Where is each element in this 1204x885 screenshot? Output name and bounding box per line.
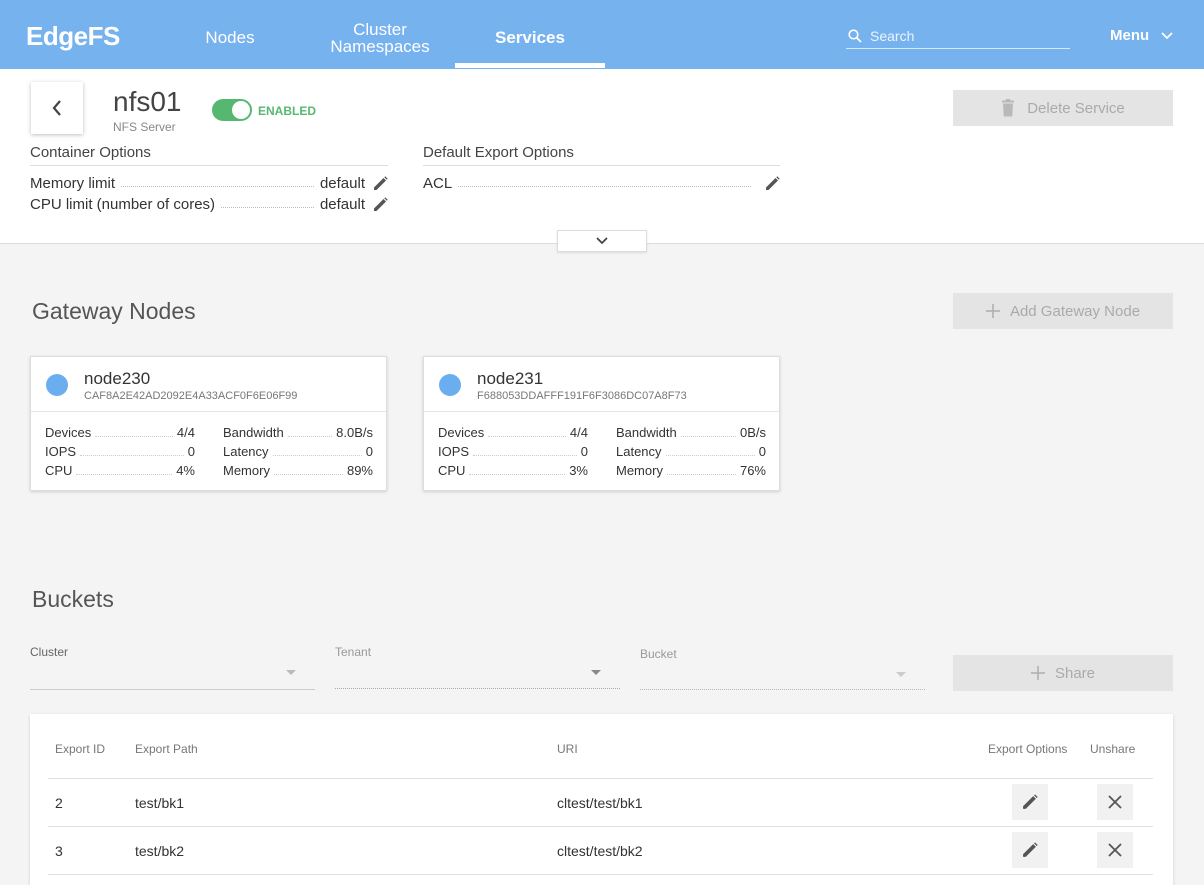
export-path-cell: test/bk2 <box>135 843 185 859</box>
enabled-toggle[interactable] <box>212 99 252 121</box>
export-path-cell: test/bk1 <box>135 795 185 811</box>
stat-bandwidth: Bandwidth 8.0B/s <box>223 425 373 440</box>
column-header-unshare: Unshare <box>1090 742 1136 756</box>
uri-cell: cltest/test/bk1 <box>557 795 643 811</box>
menu-button[interactable]: Menu <box>1110 27 1173 44</box>
export-options-title: Default Export Options <box>423 144 780 166</box>
plus-icon <box>1030 666 1045 680</box>
search-box <box>846 26 1070 49</box>
close-icon <box>1108 843 1122 857</box>
add-gateway-node-button[interactable]: Add Gateway Node <box>953 293 1173 329</box>
export-id-cell: 2 <box>55 795 63 811</box>
node-id: CAF8A2E42AD2092E4A33ACF0F6E06F99 <box>84 390 298 402</box>
bucket-filter-label: Bucket <box>640 647 677 661</box>
node-status-dot <box>46 374 68 396</box>
stat-memory: Memory 89% <box>223 463 373 478</box>
acl-label: ACL <box>423 175 453 192</box>
enabled-status-label: ENABLED <box>258 104 317 118</box>
edit-cpu-limit-button[interactable] <box>373 197 388 212</box>
column-header-export-path[interactable]: Export Path <box>135 742 198 756</box>
column-header-uri[interactable]: URI <box>557 742 578 756</box>
stat-cpu: CPU 4% <box>45 463 195 478</box>
tab-cluster-namespaces[interactable]: Cluster Namespaces <box>320 21 440 55</box>
cpu-limit-value: default <box>319 196 365 213</box>
share-button[interactable]: Share <box>953 655 1173 691</box>
edit-acl-button[interactable] <box>765 176 780 191</box>
exports-table: Export ID Export Path URI Export Options… <box>30 714 1173 885</box>
tenant-select[interactable] <box>335 660 620 690</box>
column-header-export-id[interactable]: Export ID <box>55 742 105 756</box>
chevron-down-icon <box>1161 31 1173 39</box>
memory-limit-label: Memory limit <box>30 175 115 192</box>
stat-bandwidth: Bandwidth 0B/s <box>616 425 766 440</box>
pencil-icon <box>1023 794 1038 809</box>
acl-row: ACL <box>423 175 780 192</box>
tab-services[interactable]: Services <box>455 29 605 46</box>
node-status-dot <box>439 374 461 396</box>
buckets-title: Buckets <box>32 586 114 612</box>
chevron-left-icon <box>52 100 61 116</box>
caret-down-icon <box>286 670 296 675</box>
back-button[interactable] <box>31 82 83 134</box>
share-label: Share <box>1054 664 1096 682</box>
unshare-button[interactable] <box>1097 784 1133 820</box>
cluster-filter-label: Cluster <box>30 645 69 659</box>
active-tab-indicator <box>455 63 605 68</box>
pencil-icon <box>374 176 388 190</box>
stat-iops: IOPS 0 <box>45 444 195 459</box>
uri-cell: cltest/test/bk2 <box>557 843 643 859</box>
stat-devices: Devices 4/4 <box>45 425 195 440</box>
pencil-icon <box>1023 842 1038 857</box>
gateway-node-card[interactable]: node230 CAF8A2E42AD2092E4A33ACF0F6E06F99… <box>30 356 387 491</box>
delete-service-label: Delete Service <box>1027 99 1125 117</box>
add-gateway-node-label: Add Gateway Node <box>1009 302 1141 320</box>
gateway-node-card[interactable]: node231 F688053DDAFFF191F6F3086DC07A8F73… <box>423 356 780 491</box>
edit-memory-limit-button[interactable] <box>373 176 388 191</box>
tenant-filter-label: Tenant <box>335 645 372 659</box>
node-name: node230 <box>84 369 151 388</box>
edit-export-options-button[interactable] <box>1012 784 1048 820</box>
memory-limit-value: default <box>319 175 365 192</box>
expand-options-button[interactable] <box>557 230 647 252</box>
caret-down-icon <box>591 670 601 675</box>
stat-latency: Latency 0 <box>223 444 373 459</box>
pencil-icon <box>374 197 388 211</box>
node-name: node231 <box>477 369 544 388</box>
tab-nodes[interactable]: Nodes <box>196 29 264 46</box>
search-input[interactable] <box>870 26 1068 46</box>
top-navbar: EdgeFS Nodes Cluster Namespaces Services… <box>0 0 1204 69</box>
node-id: F688053DDAFFF191F6F3086DC07A8F73 <box>477 390 687 402</box>
brand-logo[interactable]: EdgeFS <box>26 21 120 52</box>
trash-icon <box>1002 99 1015 117</box>
cpu-limit-label: CPU limit (number of cores) <box>30 196 216 213</box>
cluster-select[interactable] <box>30 660 315 690</box>
plus-icon <box>985 304 1000 318</box>
container-options-title: Container Options <box>30 144 388 166</box>
service-name: nfs01 <box>113 86 182 117</box>
memory-limit-row: Memory limit default <box>30 175 388 192</box>
edit-export-options-button[interactable] <box>1012 832 1048 868</box>
unshare-button[interactable] <box>1097 832 1133 868</box>
bucket-select[interactable] <box>640 662 925 692</box>
cpu-limit-row: CPU limit (number of cores) default <box>30 196 388 213</box>
stat-iops: IOPS 0 <box>438 444 588 459</box>
pencil-icon <box>766 176 780 190</box>
delete-service-button[interactable]: Delete Service <box>953 90 1173 126</box>
stat-cpu: CPU 3% <box>438 463 588 478</box>
chevron-down-icon <box>596 237 608 245</box>
menu-label: Menu <box>1110 27 1150 44</box>
stat-memory: Memory 76% <box>616 463 766 478</box>
caret-down-icon <box>896 672 906 677</box>
gateway-nodes-title: Gateway Nodes <box>32 298 196 324</box>
toggle-knob <box>232 101 250 119</box>
close-icon <box>1108 795 1122 809</box>
service-type: NFS Server <box>113 120 176 134</box>
column-header-export-options: Export Options <box>988 742 1068 756</box>
stat-devices: Devices 4/4 <box>438 425 588 440</box>
stat-latency: Latency 0 <box>616 444 766 459</box>
export-id-cell: 3 <box>55 843 63 859</box>
search-icon <box>848 29 862 43</box>
